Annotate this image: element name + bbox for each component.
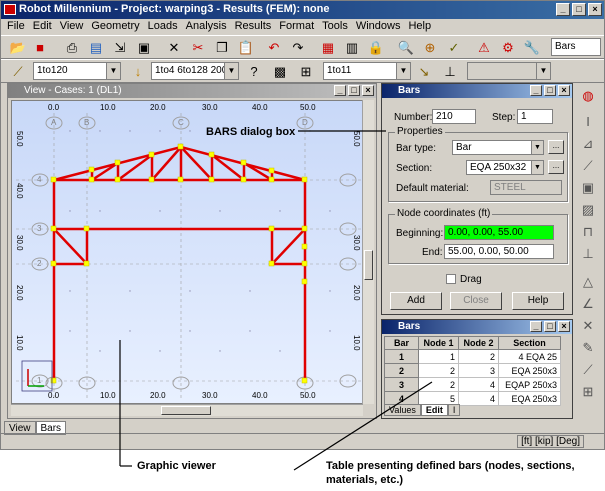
dialog-annotation: BARS dialog box [206, 126, 296, 138]
annotation-lines [119, 130, 433, 471]
viewer-annotation: Graphic viewer [137, 460, 216, 472]
table-annotation: Table presenting defined bars (nodes, se… [326, 460, 575, 486]
